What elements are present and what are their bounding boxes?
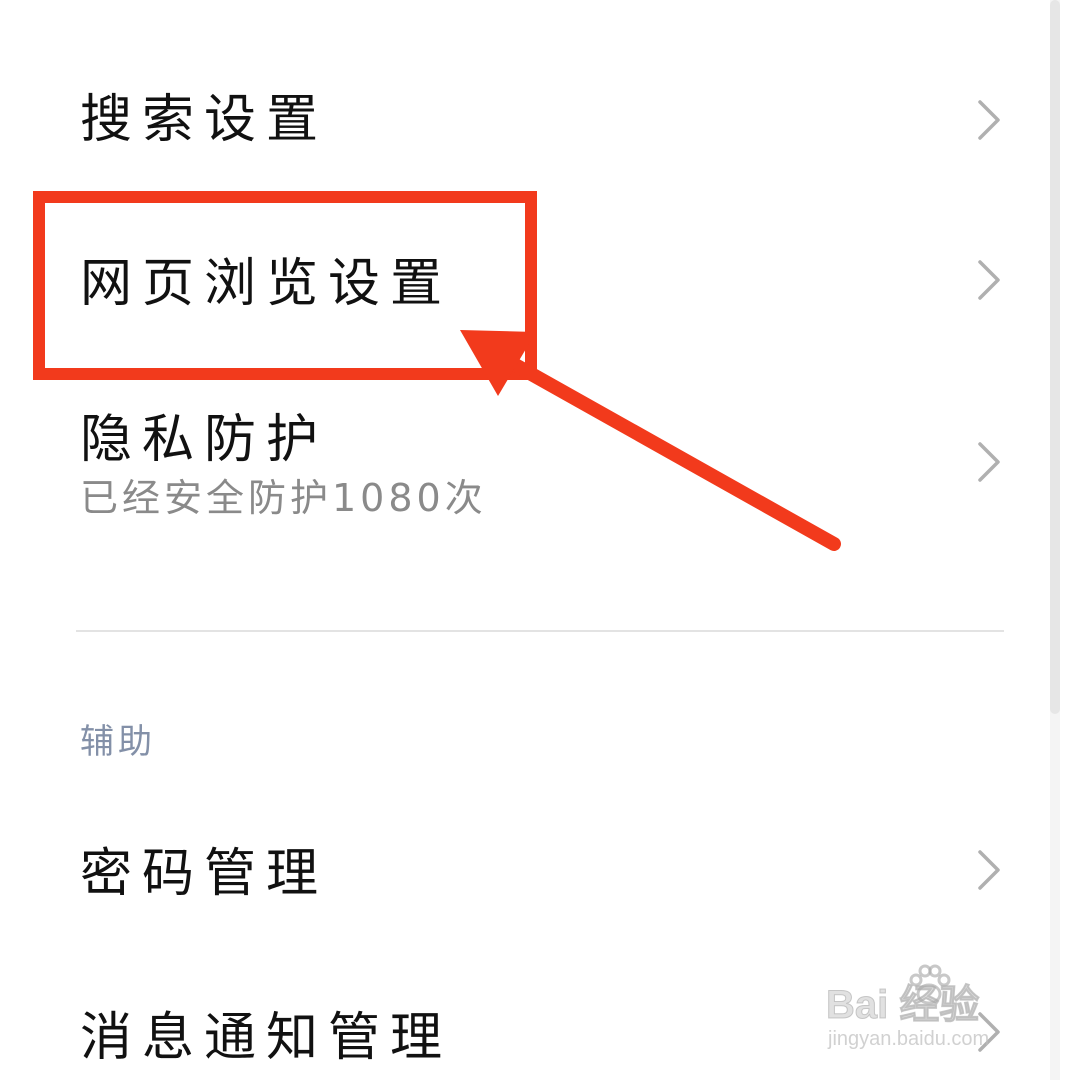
settings-item-label: 密码管理 <box>80 844 329 904</box>
chevron-right-icon <box>978 260 1000 300</box>
settings-item-notifications[interactable]: 消息通知管理 <box>0 980 1040 1080</box>
settings-item-label: 消息通知管理 <box>80 1008 453 1068</box>
chevron-right-icon <box>978 1012 1000 1052</box>
scrollbar-thumb[interactable] <box>1050 0 1060 714</box>
settings-item-search[interactable]: 搜索设置 <box>0 60 1040 180</box>
chevron-right-icon <box>978 442 1000 482</box>
privacy-protection-count: 已经安全防护1080次 <box>80 476 487 520</box>
chevron-right-icon <box>978 850 1000 890</box>
section-divider <box>76 630 1004 632</box>
settings-item-label: 隐私防护 <box>80 410 329 470</box>
settings-item-password[interactable]: 密码管理 <box>0 810 1040 930</box>
settings-item-label: 搜索设置 <box>80 90 329 150</box>
chevron-right-icon <box>978 100 1000 140</box>
settings-item-privacy[interactable]: 隐私防护 已经安全防护1080次 <box>0 400 1040 540</box>
section-header-assist: 辅助 <box>80 722 156 762</box>
settings-item-label: 网页浏览设置 <box>80 254 453 314</box>
settings-item-web-browsing[interactable]: 网页浏览设置 <box>0 220 1040 340</box>
